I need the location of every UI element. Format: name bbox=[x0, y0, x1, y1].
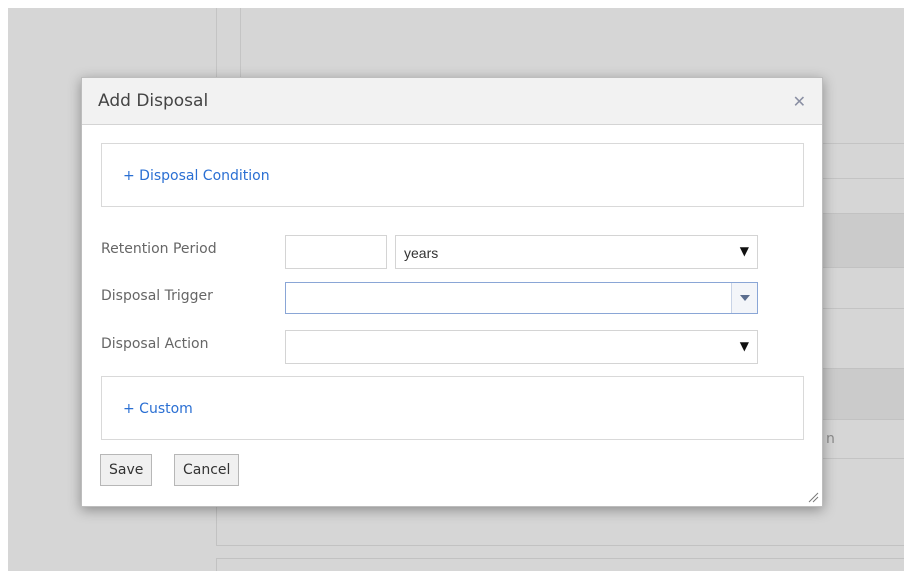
close-icon[interactable]: ✕ bbox=[793, 92, 806, 111]
backdrop-divider bbox=[823, 458, 904, 459]
add-disposal-condition-link[interactable]: + Disposal Condition bbox=[123, 168, 270, 184]
chevron-down-icon bbox=[740, 295, 750, 301]
retention-unit-value: years bbox=[404, 245, 439, 261]
chevron-down-icon: ▼ bbox=[739, 339, 749, 353]
backdrop-panel bbox=[216, 558, 904, 571]
backdrop-divider bbox=[216, 8, 217, 78]
disposal-action-select[interactable]: ▼ bbox=[285, 330, 758, 364]
resize-handle-icon[interactable] bbox=[808, 492, 819, 503]
cancel-button[interactable]: Cancel bbox=[174, 454, 240, 486]
backdrop-divider bbox=[823, 143, 904, 144]
add-disposal-dialog: Add Disposal ✕ + Disposal Condition Rete… bbox=[81, 77, 823, 507]
disposal-action-label: Disposal Action bbox=[101, 336, 209, 352]
dialog-title: Add Disposal bbox=[98, 91, 209, 111]
backdrop-text: n bbox=[826, 431, 835, 447]
backdrop-row bbox=[823, 368, 904, 420]
dialog-header: Add Disposal ✕ bbox=[82, 78, 822, 125]
add-custom-link[interactable]: + Custom bbox=[123, 401, 193, 417]
custom-section: + Custom bbox=[101, 376, 804, 440]
backdrop-divider bbox=[823, 178, 904, 179]
backdrop-divider bbox=[240, 8, 241, 78]
disposal-trigger-label: Disposal Trigger bbox=[101, 288, 213, 304]
retention-period-label: Retention Period bbox=[101, 241, 217, 257]
disposal-trigger-dropdown-button[interactable] bbox=[731, 283, 757, 313]
retention-unit-select[interactable]: years ▼ bbox=[395, 235, 758, 269]
retention-period-input[interactable] bbox=[285, 235, 387, 269]
save-button[interactable]: Save bbox=[100, 454, 153, 486]
backdrop-divider bbox=[823, 308, 904, 309]
chevron-down-icon: ▼ bbox=[739, 244, 749, 258]
disposal-condition-section: + Disposal Condition bbox=[101, 143, 804, 207]
backdrop-row bbox=[823, 213, 904, 268]
disposal-trigger-combobox[interactable] bbox=[285, 282, 758, 314]
